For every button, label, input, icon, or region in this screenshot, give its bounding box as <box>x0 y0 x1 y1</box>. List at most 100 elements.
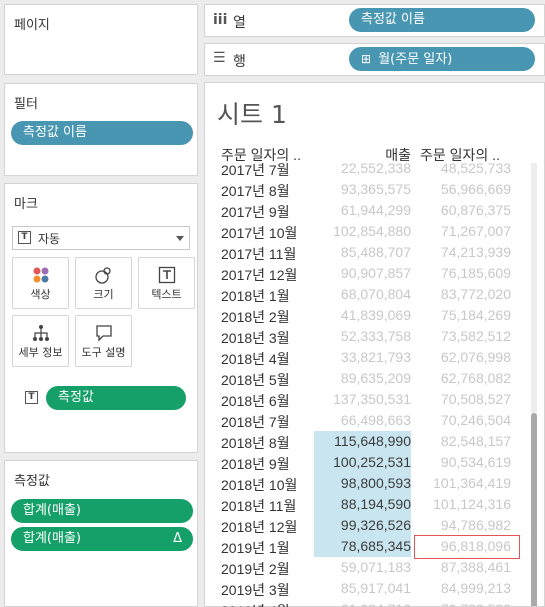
row-label[interactable]: 2017년 10월 <box>221 223 297 243</box>
measure-pill-sum-sales-delta[interactable]: 합계(매출) Δ <box>11 527 193 551</box>
sales-cell[interactable]: 100,252,531 <box>314 454 411 470</box>
row-label[interactable]: 2017년 7월 <box>221 160 290 180</box>
sales-cell[interactable]: 68,070,804 <box>314 286 411 302</box>
row-label[interactable]: 2018년 6월 <box>221 391 290 411</box>
row-label[interactable]: 2017년 12월 <box>221 265 297 285</box>
chevron-down-icon <box>176 236 184 241</box>
order-date-cell[interactable]: 82,548,157 <box>414 433 511 449</box>
sales-cell[interactable]: 93,365,575 <box>314 181 411 197</box>
order-date-cell[interactable]: 90,534,619 <box>414 454 511 470</box>
measure-pill-sum-sales[interactable]: 합계(매출) <box>11 499 193 523</box>
color-button[interactable]: 색상 <box>12 257 69 309</box>
order-date-cell[interactable]: 94,786,982 <box>414 517 511 533</box>
order-date-cell[interactable]: 101,124,316 <box>414 496 511 512</box>
row-label[interactable]: 2018년 5월 <box>221 370 290 390</box>
order-date-cell[interactable]: 70,508,527 <box>414 391 511 407</box>
sales-cell[interactable]: 90,907,857 <box>314 265 411 281</box>
sales-cell[interactable]: 52,333,758 <box>314 328 411 344</box>
sales-cell[interactable]: 61,084,710 <box>314 601 411 607</box>
tooltip-icon <box>76 323 131 343</box>
sales-cell[interactable]: 66,498,663 <box>314 412 411 428</box>
order-date-cell[interactable]: 79,792,530 <box>414 601 511 607</box>
measure-pill-label: 합계(매출) <box>23 531 81 546</box>
sales-cell[interactable]: 137,350,531 <box>314 391 411 407</box>
rows-pill-month-order-date[interactable]: ⊞ 월(주문 일자) <box>349 47 535 71</box>
filter-pill-measure-names[interactable]: 측정값 이름 <box>11 121 193 145</box>
sales-cell[interactable]: 89,635,209 <box>314 370 411 386</box>
row-label[interactable]: 2018년 3월 <box>221 328 290 348</box>
row-label[interactable]: 2018년 9월 <box>221 454 290 474</box>
sales-cell[interactable]: 61,944,299 <box>314 202 411 218</box>
sales-cell[interactable]: 41,839,069 <box>314 307 411 323</box>
marks-title: 마크 <box>14 197 38 212</box>
sales-cell[interactable]: 33,821,793 <box>314 349 411 365</box>
row-label[interactable]: 2018년 1월 <box>221 286 290 306</box>
detail-icon <box>13 323 68 343</box>
order-date-cell[interactable]: 101,364,419 <box>414 475 511 491</box>
row-label[interactable]: 2017년 8월 <box>221 181 290 201</box>
order-date-cell[interactable]: 75,184,269 <box>414 307 511 323</box>
sales-cell[interactable]: 102,854,880 <box>314 223 411 239</box>
order-date-cell[interactable]: 71,267,007 <box>414 223 511 239</box>
row-label[interactable]: 2018년 4월 <box>221 349 290 369</box>
order-date-cell[interactable]: 87,388,461 <box>414 559 511 575</box>
row-label[interactable]: 2019년 4월 <box>221 601 290 607</box>
text-encoding-icon: T <box>25 391 38 404</box>
row-label[interactable]: 2018년 8월 <box>221 433 290 453</box>
columns-label: 열 <box>233 15 246 31</box>
row-label[interactable]: 2019년 2월 <box>221 559 290 579</box>
order-date-cell[interactable]: 84,999,213 <box>414 580 511 596</box>
order-date-cell[interactable]: 56,966,669 <box>414 181 511 197</box>
row-label[interactable]: 2018년 7월 <box>221 412 290 432</box>
order-date-cell[interactable]: 74,213,939 <box>414 244 511 260</box>
rows-pill-label: 월(주문 일자) <box>378 52 453 67</box>
row-label[interactable]: 2019년 3월 <box>221 580 290 600</box>
order-date-cell[interactable]: 76,185,609 <box>414 265 511 281</box>
measures-title: 측정값 <box>14 474 50 489</box>
columns-shelf: iii 열 측정값 이름 <box>204 4 545 37</box>
scrollbar-thumb[interactable] <box>531 413 537 606</box>
sales-cell[interactable]: 115,648,990 <box>314 433 411 449</box>
sales-cell[interactable]: 88,194,590 <box>314 496 411 512</box>
text-icon <box>139 265 194 285</box>
order-date-cell[interactable]: 83,772,020 <box>414 286 511 302</box>
pages-card: 페이지 <box>4 4 198 75</box>
size-button[interactable]: 크기 <box>75 257 132 309</box>
size-label: 크기 <box>93 288 114 301</box>
delta-icon: Δ <box>173 531 182 546</box>
sales-cell[interactable]: 99,326,526 <box>314 517 411 533</box>
row-label[interactable]: 2018년 2월 <box>221 307 290 327</box>
row-label[interactable]: 2018년 12월 <box>221 517 297 537</box>
order-date-cell[interactable]: 60,876,375 <box>414 202 511 218</box>
row-label[interactable]: 2018년 10월 <box>221 475 297 495</box>
sales-cell[interactable]: 78,685,345 <box>314 538 411 554</box>
tooltip-button[interactable]: 도구 설명 <box>75 315 132 367</box>
sales-cell[interactable]: 85,917,041 <box>314 580 411 596</box>
color-label: 색상 <box>30 288 51 301</box>
sales-cell[interactable]: 59,071,183 <box>314 559 411 575</box>
row-label[interactable]: 2019년 1월 <box>221 538 290 558</box>
size-icon <box>76 265 131 285</box>
text-pill-measure-values[interactable]: 측정값 <box>46 386 186 410</box>
sales-cell[interactable]: 85,488,707 <box>314 244 411 260</box>
mark-type-select[interactable]: T 자동 <box>12 226 190 250</box>
order-date-cell[interactable]: 70,246,504 <box>414 412 511 428</box>
color-icon <box>13 265 68 285</box>
expand-icon: ⊞ <box>361 52 372 66</box>
pages-title: 페이지 <box>14 18 50 33</box>
order-date-cell[interactable]: 62,076,998 <box>414 349 511 365</box>
sales-cell[interactable]: 22,552,338 <box>314 160 411 176</box>
rows-icon: ☰ <box>213 50 226 66</box>
sales-cell[interactable]: 98,800,593 <box>314 475 411 491</box>
marks-card: 마크 T 자동 색상 크기 텍스트 세부 정보 도구 설명 T 측정값 <box>4 183 198 453</box>
row-label[interactable]: 2017년 11월 <box>221 244 296 264</box>
detail-button[interactable]: 세부 정보 <box>12 315 69 367</box>
text-button[interactable]: 텍스트 <box>138 257 195 309</box>
order-date-cell[interactable]: 48,525,733 <box>414 160 511 176</box>
order-date-cell[interactable]: 73,582,512 <box>414 328 511 344</box>
row-label[interactable]: 2018년 11월 <box>221 496 296 516</box>
order-date-cell[interactable]: 62,768,082 <box>414 370 511 386</box>
columns-pill-measure-names[interactable]: 측정값 이름 <box>349 8 535 32</box>
row-label[interactable]: 2017년 9월 <box>221 202 290 222</box>
rows-shelf: ☰ 행 ⊞ 월(주문 일자) <box>204 43 545 76</box>
